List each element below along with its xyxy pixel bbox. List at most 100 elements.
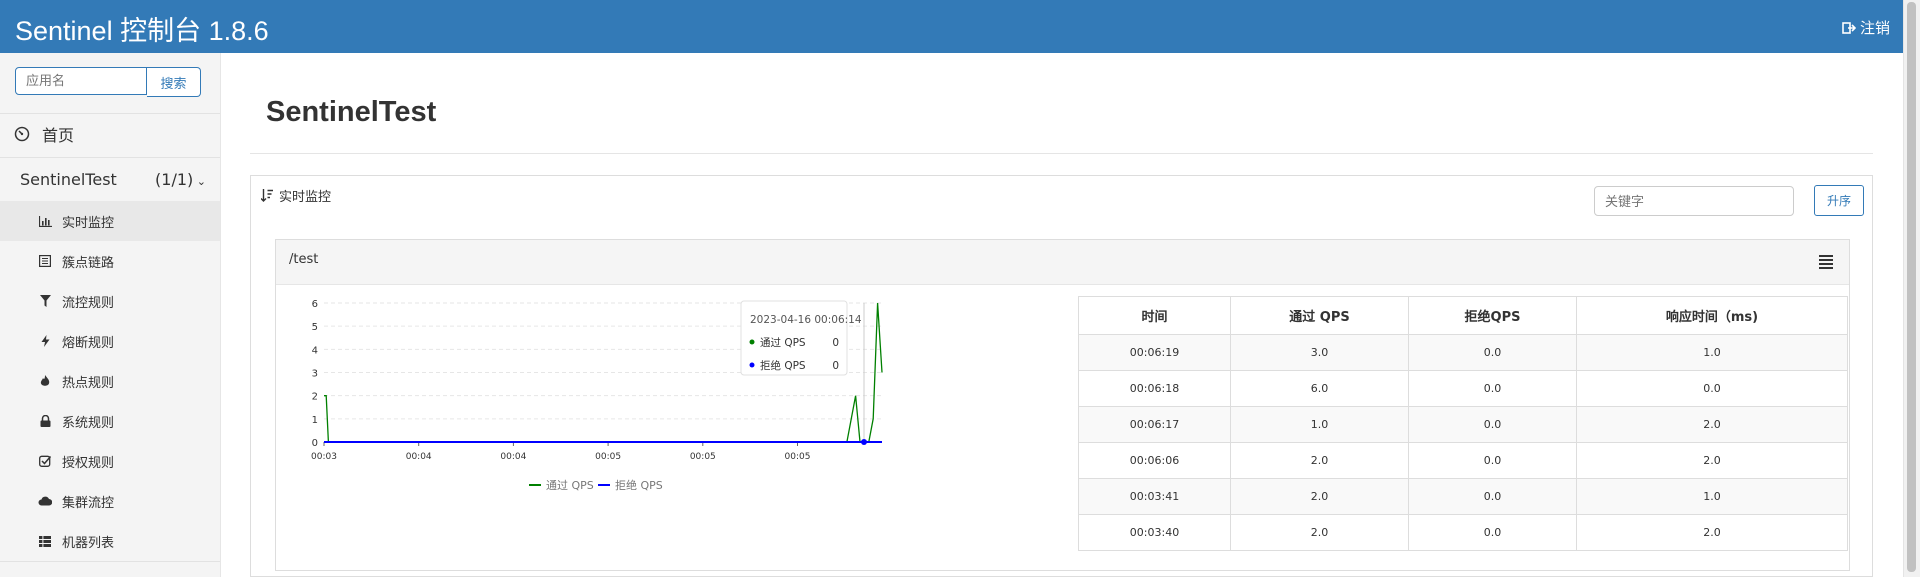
sidebar-item-label: 系统规则 <box>62 415 115 431</box>
sidebar-item-label: 机器列表 <box>62 535 115 551</box>
sidebar-item-realtime-monitor[interactable]: 实时监控 <box>0 201 220 241</box>
cell-time: 00:06:06 <box>1078 442 1231 479</box>
filter-icon <box>38 295 52 307</box>
resource-card: /test 0 1 2 3 4 5 6 00:03 00:04 00:04 00:05 00:05 00… <box>275 239 1850 571</box>
sidebar-item-home[interactable]: 首页 <box>14 122 74 146</box>
app-name: SentinelTest <box>20 170 117 189</box>
sort-amount-icon <box>261 189 273 202</box>
y-tick-label: 2 <box>312 392 318 403</box>
flash-icon <box>38 335 52 347</box>
panel-title: 实时监控 <box>279 190 332 205</box>
cell-pass-qps: 2.0 <box>1230 514 1409 551</box>
chevron-down-icon: ⌄ <box>193 175 206 188</box>
sidebar: 搜索 首页 SentinelTest (1/1) ⌄ 实时监控 簇点链路 <box>0 53 221 577</box>
cell-pass-qps: 1.0 <box>1230 406 1409 443</box>
cell-rt: 1.0 <box>1576 478 1848 515</box>
search-button[interactable]: 搜索 <box>147 67 201 97</box>
bar-chart-icon <box>38 215 52 227</box>
sidebar-item-system-rules[interactable]: 系统规则 <box>0 401 220 441</box>
sidebar-item-degrade-rules[interactable]: 熔断规则 <box>0 321 220 361</box>
grid-icon <box>38 535 52 547</box>
sidebar-divider <box>0 561 220 562</box>
cell-pass-qps: 3.0 <box>1230 334 1409 371</box>
app-search-input[interactable] <box>15 67 147 95</box>
keyword-input[interactable] <box>1594 186 1794 216</box>
sidebar-item-flow-rules[interactable]: 流控规则 <box>0 281 220 321</box>
legend-label: 通过 QPS <box>546 479 594 492</box>
sidebar-item-label: 授权规则 <box>62 455 115 471</box>
fire-icon <box>38 375 52 387</box>
cell-time: 00:06:19 <box>1078 334 1231 371</box>
sidebar-item-label: 热点规则 <box>62 375 115 391</box>
y-tick-label: 3 <box>312 369 318 380</box>
x-tick-label: 00:05 <box>690 452 716 462</box>
app-title: Sentinel 控制台 1.8.6 <box>15 16 269 46</box>
sidebar-divider <box>0 157 220 158</box>
column-header-time: 时间 <box>1078 296 1231 335</box>
tooltip-time: 2023-04-16 00:06:14 <box>750 314 862 326</box>
cell-time: 00:06:17 <box>1078 406 1231 443</box>
cell-rt: 2.0 <box>1576 514 1848 551</box>
cell-rt: 2.0 <box>1576 406 1848 443</box>
sidebar-divider <box>0 113 220 114</box>
hover-point <box>861 439 867 445</box>
realtime-monitor-panel: 实时监控 升序 /test 0 1 2 3 4 5 6 00:03 00:04 00:04 00:0… <box>250 175 1873 577</box>
sidebar-item-label: 集群流控 <box>62 495 115 511</box>
metrics-table: 时间 通过 QPS 拒绝QPS 响应时间（ms) 00:06:19 3.0 0.… <box>1078 296 1848 551</box>
qps-line-chart: 0 1 2 3 4 5 6 00:03 00:04 00:04 00:05 00:05 00:05 通过 … <box>311 299 883 492</box>
cell-block-qps: 0.0 <box>1408 406 1577 443</box>
cell-time: 00:03:41 <box>1078 478 1231 515</box>
cell-pass-qps: 6.0 <box>1230 370 1409 407</box>
sort-asc-button[interactable]: 升序 <box>1814 185 1864 216</box>
column-header-pass-qps: 通过 QPS <box>1230 296 1409 335</box>
resource-card-header: /test <box>276 240 1849 285</box>
cell-rt: 1.0 <box>1576 334 1848 371</box>
tooltip-dot <box>749 339 755 345</box>
cell-block-qps: 0.0 <box>1408 442 1577 479</box>
check-icon <box>38 455 52 467</box>
cell-pass-qps: 2.0 <box>1230 478 1409 515</box>
column-header-block-qps: 拒绝QPS <box>1408 296 1577 335</box>
table-row: 00:03:41 2.0 0.0 1.0 <box>1078 478 1848 515</box>
cell-pass-qps: 2.0 <box>1230 442 1409 479</box>
sidebar-item-cluster-link[interactable]: 簇点链路 <box>0 241 220 281</box>
logout-link[interactable]: 注销 <box>1842 17 1890 38</box>
sidebar-item-label: 簇点链路 <box>62 255 115 271</box>
sidebar-item-hotspot-rules[interactable]: 热点规则 <box>0 361 220 401</box>
sidebar-item-label: 实时监控 <box>62 215 115 231</box>
x-tick-label: 00:05 <box>785 452 811 462</box>
tooltip-series-value: 0 <box>832 360 839 372</box>
y-tick-label: 5 <box>312 322 318 333</box>
app-menu: 实时监控 簇点链路 流控规则 熔断规则 热点规则 系统规则 授权规则 集群流控 … <box>0 201 220 561</box>
cell-block-qps: 0.0 <box>1408 334 1577 371</box>
sidebar-item-authority-rules[interactable]: 授权规则 <box>0 441 220 481</box>
app-search-group: 搜索 <box>15 67 201 97</box>
y-tick-label: 1 <box>312 415 318 426</box>
x-tick-label: 00:05 <box>595 452 621 462</box>
cell-rt: 0.0 <box>1576 370 1848 407</box>
x-tick-label: 00:03 <box>311 452 337 462</box>
cell-time: 00:03:40 <box>1078 514 1231 551</box>
lock-icon <box>38 415 52 427</box>
sidebar-item-cluster-flow[interactable]: 集群流控 <box>0 481 220 521</box>
scrollbar-thumb[interactable] <box>1907 2 1916 572</box>
page-title: SentinelTest <box>266 96 437 128</box>
sidebar-item-machine-list[interactable]: 机器列表 <box>0 521 220 561</box>
cell-block-qps: 0.0 <box>1408 370 1577 407</box>
table-header-row: 时间 通过 QPS 拒绝QPS 响应时间（ms) <box>1078 296 1848 335</box>
x-tick-label: 00:04 <box>500 452 526 462</box>
hamburger-menu-icon[interactable] <box>1819 255 1833 271</box>
table-row: 00:06:19 3.0 0.0 1.0 <box>1078 334 1848 371</box>
resource-name: /test <box>289 252 319 267</box>
app-group-sentineltest[interactable]: SentinelTest (1/1) ⌄ <box>20 170 206 189</box>
tooltip-series-value: 0 <box>832 337 839 349</box>
list-icon <box>38 255 52 267</box>
sidebar-item-label: 熔断规则 <box>62 335 115 351</box>
sidebar-item-label: 流控规则 <box>62 295 115 311</box>
panel-heading: 实时监控 <box>261 186 331 205</box>
table-row: 00:06:18 6.0 0.0 0.0 <box>1078 370 1848 407</box>
x-tick-label: 00:04 <box>406 452 432 462</box>
y-tick-label: 6 <box>312 299 318 310</box>
dashboard-icon <box>14 126 30 142</box>
page-scrollbar[interactable] <box>1903 0 1920 577</box>
